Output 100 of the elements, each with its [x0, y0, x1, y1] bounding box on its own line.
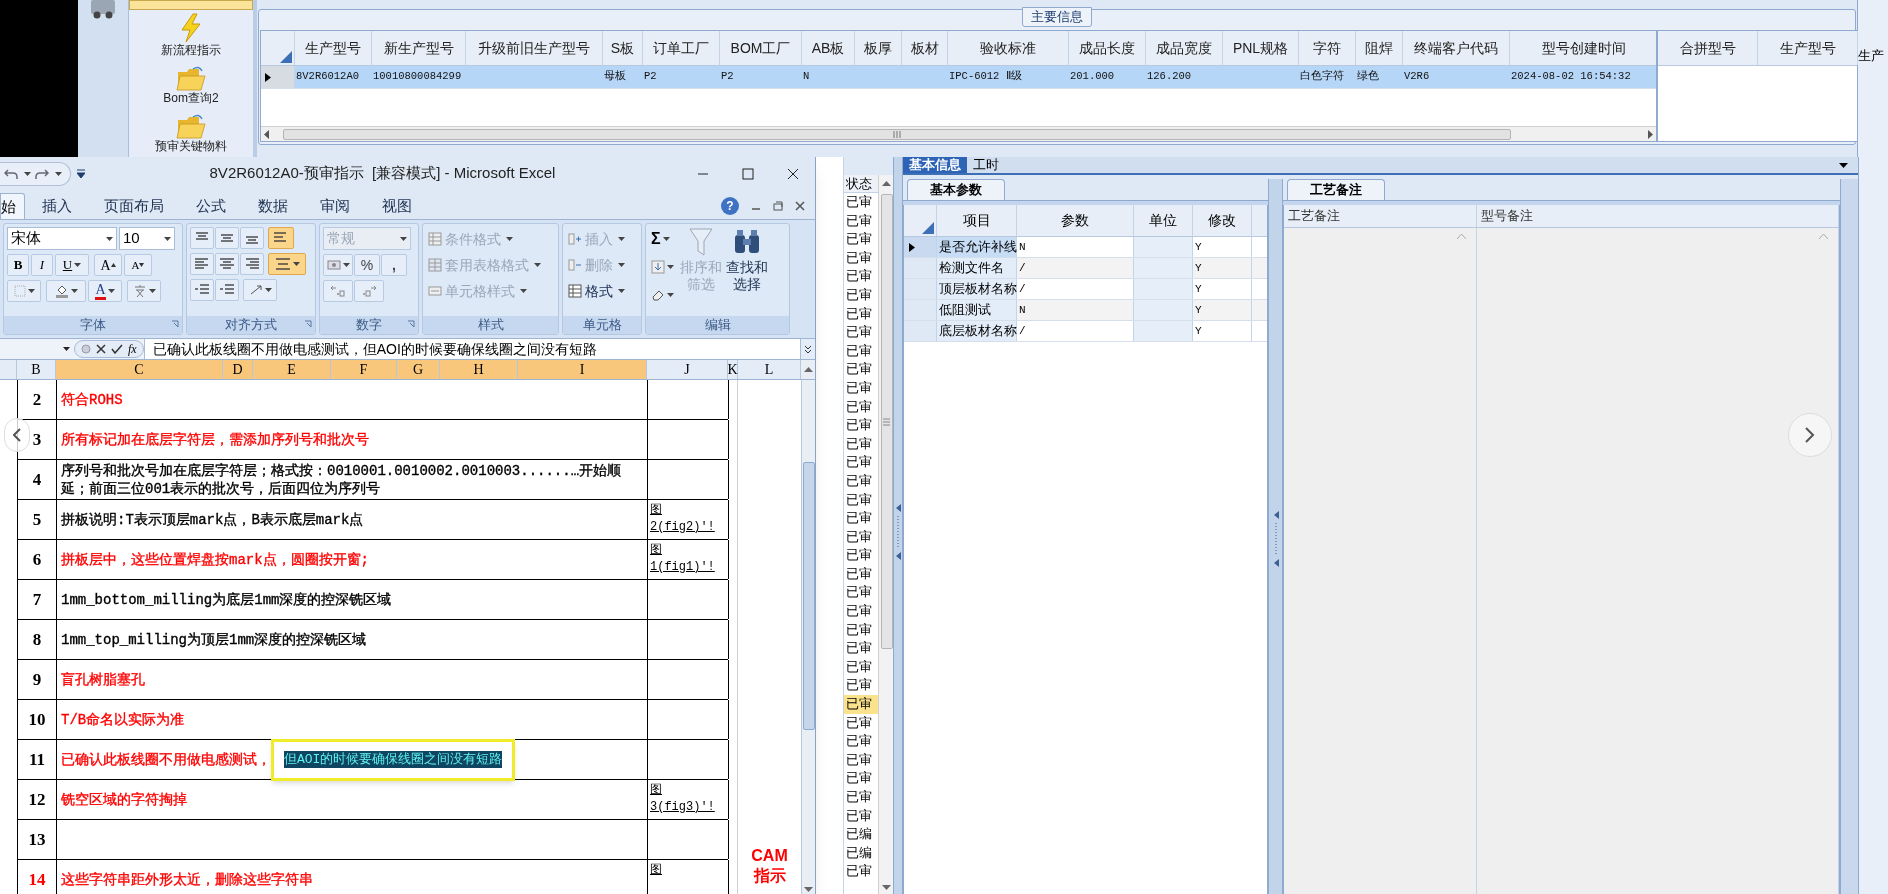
column-header[interactable]: F — [331, 360, 397, 379]
center-button[interactable] — [215, 253, 239, 275]
decrease-indent-button[interactable] — [190, 279, 214, 301]
launcher-icon[interactable] — [304, 320, 312, 328]
wrap-text-button[interactable] — [268, 227, 294, 249]
column-header[interactable]: AB板 — [802, 31, 855, 65]
format-button[interactable]: 格式 — [566, 279, 638, 303]
column-header[interactable]: BOM工厂 — [720, 31, 802, 65]
align-left-button[interactable] — [190, 253, 214, 275]
scrollbar-thumb[interactable] — [880, 194, 893, 649]
column-header[interactable]: 状态 — [844, 175, 878, 193]
column-header[interactable]: 单位 — [1134, 205, 1193, 236]
cell-link[interactable]: 图3(fig3)'! — [650, 782, 726, 816]
find-select-button[interactable]: 查找和选择 — [726, 227, 768, 313]
vertical-scrollbar[interactable] — [878, 175, 893, 894]
ribbon-tab[interactable]: 始 — [0, 193, 25, 219]
column-header[interactable]: C — [56, 360, 223, 379]
table-row[interactable]: 底层板材名称/ Y — [904, 321, 1267, 342]
column-header[interactable]: 参数 — [1017, 205, 1134, 236]
redo-icon[interactable] — [35, 167, 49, 180]
customize-icon[interactable] — [77, 168, 85, 179]
column-header[interactable]: 项目 — [937, 205, 1017, 236]
column-header[interactable]: 修改 — [1193, 205, 1252, 236]
column-header[interactable]: I — [518, 360, 647, 379]
currency-button[interactable] — [323, 254, 353, 276]
formula-field[interactable]: 已确认此板线圈不用做电感测试，但AOI的时候要确保线圈之间没有短路 — [143, 339, 800, 359]
column-header[interactable]: 成品宽度 — [1146, 31, 1223, 65]
column-header[interactable]: D — [223, 360, 253, 379]
italic-button[interactable]: I — [31, 254, 53, 276]
cell-link[interactable]: 图2(fig2)'! — [650, 502, 726, 536]
close-icon[interactable] — [795, 201, 805, 211]
bold-button[interactable]: B — [7, 254, 29, 276]
column-header[interactable]: 板材 — [902, 31, 948, 65]
panel-tab[interactable]: 工艺备注 — [1287, 179, 1385, 200]
percent-button[interactable]: % — [354, 254, 380, 276]
sidebar-item[interactable]: 预审关键物料 — [129, 106, 253, 154]
device-icon[interactable] — [88, 0, 118, 20]
ribbon-tab[interactable]: 数据 — [243, 193, 303, 219]
column-header[interactable]: 验收标准 — [948, 31, 1069, 65]
sidebar-item[interactable]: 新流程指示 — [129, 10, 253, 58]
scroll-left-icon[interactable] — [264, 129, 269, 139]
panel-tab[interactable]: 基本参数 — [907, 179, 1005, 200]
font-color-button[interactable]: A — [88, 280, 122, 302]
column-header[interactable]: H — [440, 360, 518, 379]
top-align-button[interactable] — [190, 227, 214, 249]
column-header[interactable]: 合拼型号 — [1658, 31, 1758, 65]
expand-icon[interactable] — [804, 344, 812, 354]
cell-link[interactable]: 图1(fig1)'! — [650, 542, 726, 576]
column-header[interactable]: 终端客户代码 — [1403, 31, 1510, 65]
table-row[interactable]: 是否允许补线 N Y — [904, 237, 1267, 258]
table-row[interactable]: 顶层板材名称/ Y — [904, 279, 1267, 300]
ribbon-tab[interactable]: 页面布局 — [89, 193, 179, 219]
shrink-font-button[interactable]: A — [124, 254, 152, 276]
column-header[interactable]: 生产 — [1858, 46, 1888, 66]
ribbon-tab[interactable]: 审阅 — [305, 193, 365, 219]
sidebar-item[interactable]: Bom查询2 — [129, 58, 253, 106]
fill-color-button[interactable] — [46, 280, 86, 302]
scroll-right-icon[interactable] — [1648, 129, 1653, 139]
help-button[interactable]: ? — [721, 197, 739, 215]
column-header[interactable]: 成品长度 — [1069, 31, 1146, 65]
table-row[interactable]: 8V2R6012A0 10010800084299 母板 P2 P2 N IPC-6012 Ⅱ级 201.000 126.200 白色字符 绿色 V2R6 2024-08-02 16:54:32 — [261, 66, 1656, 89]
grow-font-button[interactable]: A — [94, 254, 122, 276]
column-header[interactable]: 订单工厂 — [643, 31, 720, 65]
insert-function-button[interactable]: fx — [128, 342, 137, 356]
table-row[interactable]: 低阻测试 N Y — [904, 300, 1267, 321]
increase-indent-button[interactable] — [215, 279, 239, 301]
column-header[interactable]: 升级前旧生产型号 — [466, 31, 603, 65]
restore-icon[interactable] — [773, 201, 783, 211]
ribbon-tab[interactable]: 插入 — [27, 193, 87, 219]
undo-icon[interactable] — [4, 167, 18, 180]
status-cell[interactable]: 已审 — [844, 695, 878, 714]
splitter-grip-icon[interactable] — [895, 502, 901, 562]
ribbon-tab[interactable]: 视图 — [367, 193, 427, 219]
cell-link[interactable]: 图 — [650, 862, 726, 879]
cancel-icon[interactable] — [96, 344, 106, 354]
column-header[interactable]: 工艺备注 — [1284, 205, 1477, 227]
middle-align-button[interactable] — [215, 227, 239, 249]
scrollbar-thumb[interactable] — [802, 462, 815, 730]
launcher-icon[interactable] — [171, 320, 179, 328]
scroll-up-icon[interactable] — [882, 181, 891, 186]
tab[interactable]: 基本信息 — [903, 157, 967, 173]
column-header[interactable]: G — [397, 360, 440, 379]
borders-button[interactable] — [7, 280, 41, 302]
align-right-button[interactable] — [240, 253, 264, 275]
underline-button[interactable]: U — [55, 254, 89, 276]
column-header[interactable]: PNL规格 — [1223, 31, 1299, 65]
sum-button[interactable]: Σ — [649, 227, 676, 251]
font-name-field[interactable]: 宋体 — [7, 227, 117, 250]
column-header[interactable]: 生产型号 — [295, 31, 372, 65]
scrollbar-thumb[interactable] — [283, 128, 1511, 140]
check-icon[interactable] — [111, 344, 123, 354]
scroll-up-icon[interactable] — [803, 367, 813, 372]
vertical-scrollbar[interactable] — [801, 380, 815, 894]
launcher-icon[interactable] — [407, 320, 415, 328]
ribbon-tab[interactable]: 公式 — [181, 193, 241, 219]
horizontal-scrollbar[interactable] — [261, 126, 1656, 141]
column-header[interactable]: S板 — [603, 31, 643, 65]
comma-button[interactable]: , — [381, 254, 407, 276]
column-header[interactable]: 阻焊 — [1356, 31, 1403, 65]
font-size-field[interactable]: 10 — [119, 227, 175, 250]
